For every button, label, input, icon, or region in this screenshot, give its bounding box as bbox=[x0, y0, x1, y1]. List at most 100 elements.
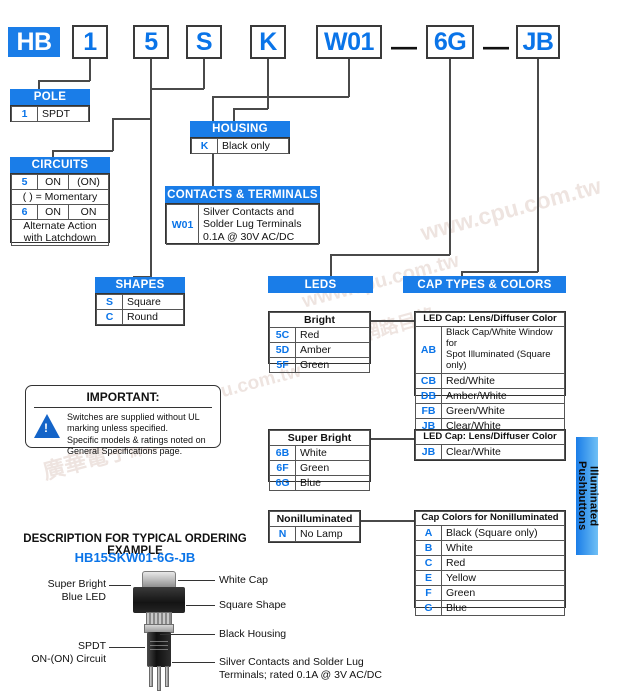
important-line1: Switches are supplied without UL bbox=[67, 412, 200, 422]
table-superbright-leds: Super Bright 6B White 6F Green 6G Blue bbox=[268, 429, 371, 492]
important-notice: IMPORTANT: Switches are supplied without… bbox=[25, 385, 221, 456]
table-row: Nonilluminated bbox=[269, 510, 360, 528]
code-box-pole[interactable]: 1 bbox=[72, 25, 108, 59]
important-line2: marking unless specified. bbox=[67, 423, 169, 434]
code-box-led[interactable]: 6G bbox=[426, 25, 474, 59]
code-box-circuit[interactable]: 5 bbox=[133, 25, 169, 59]
housing-desc: Black only bbox=[217, 137, 289, 155]
table-nonilluminated-caps: Cap Colors for Nonilluminated A Black (S… bbox=[414, 510, 566, 617]
table-pole: 1 SPDT bbox=[10, 105, 90, 123]
table-circuits: 5 ON (ON) ( ) = Momentary 6 ON ON Altern… bbox=[10, 173, 110, 247]
table-row: Super Bright bbox=[269, 429, 370, 447]
code-box-shape[interactable]: S bbox=[186, 25, 222, 59]
header-cap-types: CAP TYPES & COLORS bbox=[403, 276, 566, 293]
table-row: JB Clear/White bbox=[415, 443, 565, 461]
side-tab-illuminated-pushbuttons: Illuminated Pushbuttons bbox=[576, 437, 600, 555]
table-row: CB Red/White bbox=[415, 372, 565, 389]
bright-code-5f: 5F bbox=[269, 357, 296, 374]
leader-line-white-cap bbox=[178, 580, 215, 581]
table-bright-caps: LED Cap: Lens/Diffuser Color AB Black Ca… bbox=[414, 311, 566, 434]
description-part-number: HB15SKW01-6G-JB bbox=[74, 550, 196, 565]
callout-black-housing: Black Housing bbox=[219, 628, 287, 640]
switch-cap bbox=[142, 571, 176, 588]
table-row: DB Amber/White bbox=[415, 387, 565, 404]
nc-code-b: B bbox=[415, 539, 442, 557]
switch-square-body bbox=[133, 587, 185, 613]
code-box-contacts[interactable]: W01 bbox=[316, 25, 382, 59]
connector-circuits-v2 bbox=[112, 118, 114, 151]
switch-terminal-pin bbox=[157, 666, 161, 691]
connector-housing-v1 bbox=[267, 59, 269, 109]
connector-leds-v1 bbox=[449, 59, 451, 255]
cap-code-fb: FB bbox=[415, 402, 442, 419]
table-row: E Yellow bbox=[415, 570, 565, 587]
watermark-url: www.cpu.com.tw bbox=[417, 172, 604, 246]
callout-contacts-terminals: Silver Contacts and Solder Lug Terminals… bbox=[219, 656, 419, 682]
table-row: N No Lamp bbox=[269, 526, 360, 543]
connector-shapes-v2 bbox=[150, 88, 152, 277]
table-row: 5D Amber bbox=[269, 342, 370, 359]
header-shapes: SHAPES bbox=[95, 277, 185, 293]
cap-desc-ab: Black Cap/White Window for Spot Illumina… bbox=[441, 325, 565, 374]
table-row: G Blue bbox=[415, 600, 565, 617]
switch-photo bbox=[128, 571, 190, 691]
contacts-desc: Silver Contacts and Solder Lug Terminals… bbox=[198, 203, 319, 246]
table-row: C Red bbox=[415, 555, 565, 572]
table-row: Cap Colors for Nonilluminated bbox=[415, 511, 565, 526]
header-circuits: CIRCUITS bbox=[10, 157, 110, 173]
table-bright-leds: Bright 5C Red 5D Amber 5F Green bbox=[268, 311, 371, 374]
code-box-cap[interactable]: JB bbox=[516, 25, 560, 59]
nc-code-a: A bbox=[415, 524, 442, 541]
housing-code: K bbox=[191, 137, 218, 155]
nonillum-desc-n: No Lamp bbox=[295, 526, 360, 543]
callout-contacts-line2: Terminals; rated 0.1A @ 3V AC/DC bbox=[219, 669, 382, 682]
callout-spdt-circuit: SPDT ON-(ON) Circuit bbox=[0, 640, 106, 666]
nc-desc-b: White bbox=[441, 539, 565, 557]
ordering-diagram-page: www.cpu.com.tw 廣華電子網路目錄 www.cpu.com.tw 廣… bbox=[0, 0, 620, 691]
switch-terminal-pin bbox=[149, 666, 153, 687]
shape-code-s: S bbox=[96, 293, 123, 311]
connector-leds-h1 bbox=[330, 254, 450, 256]
contacts-line2: Solder Lug Terminals bbox=[203, 218, 302, 231]
cap-desc-cb: Red/White bbox=[441, 372, 565, 389]
sb-cap-desc-jb: Clear/White bbox=[441, 443, 565, 461]
connector-shapes-v1 bbox=[203, 59, 205, 89]
circuit-5-col2: ON bbox=[36, 173, 70, 191]
nonillum-code-n: N bbox=[269, 526, 296, 543]
pole-desc: SPDT bbox=[37, 105, 89, 123]
header-housing: HOUSING bbox=[190, 121, 290, 137]
table-row: W01 Silver Contacts and Solder Lug Termi… bbox=[166, 203, 319, 246]
bright-title: Bright bbox=[269, 311, 370, 329]
table-contacts: W01 Silver Contacts and Solder Lug Termi… bbox=[165, 203, 320, 246]
circuit-5-col3: (ON) bbox=[68, 173, 109, 191]
circuit-note-momentary: ( ) = Momentary bbox=[11, 189, 109, 206]
table-row: A Black (Square only) bbox=[415, 524, 565, 541]
table-housing: K Black only bbox=[190, 137, 290, 155]
connector-contacts-v1 bbox=[348, 59, 350, 97]
bright-code-5d: 5D bbox=[269, 342, 296, 359]
sb-code-6g: 6G bbox=[269, 475, 296, 492]
connector-housing-h1 bbox=[233, 108, 268, 110]
table-row: S Square bbox=[96, 293, 184, 311]
connector-pole-h1 bbox=[38, 80, 90, 82]
nc-code-c: C bbox=[415, 555, 442, 572]
warning-triangle-icon bbox=[34, 414, 60, 438]
code-box-prefix[interactable]: HB bbox=[8, 27, 60, 57]
table-row: 6F Green bbox=[269, 460, 370, 477]
callout-square-shape: Square Shape bbox=[219, 599, 287, 611]
callout-spdt-line1: SPDT bbox=[77, 640, 106, 652]
table-row: AB Black Cap/White Window for Spot Illum… bbox=[415, 325, 565, 374]
separator-dash-2: — bbox=[483, 31, 509, 61]
connector-circuits-h1 bbox=[112, 118, 151, 120]
code-box-housing[interactable]: K bbox=[250, 25, 286, 59]
table-row: ( ) = Momentary bbox=[11, 189, 109, 206]
leader-line-spdt bbox=[109, 647, 145, 648]
separator-dash-1: — bbox=[391, 31, 417, 61]
table-row: 6B White bbox=[269, 445, 370, 462]
switch-terminal-pin bbox=[165, 666, 169, 687]
table-row: 5F Green bbox=[269, 357, 370, 374]
callout-white-cap: White Cap bbox=[219, 574, 269, 586]
table-row: 1 SPDT bbox=[11, 105, 89, 123]
leader-line-contacts bbox=[172, 662, 215, 663]
sb-desc-6g: Blue bbox=[295, 475, 370, 492]
